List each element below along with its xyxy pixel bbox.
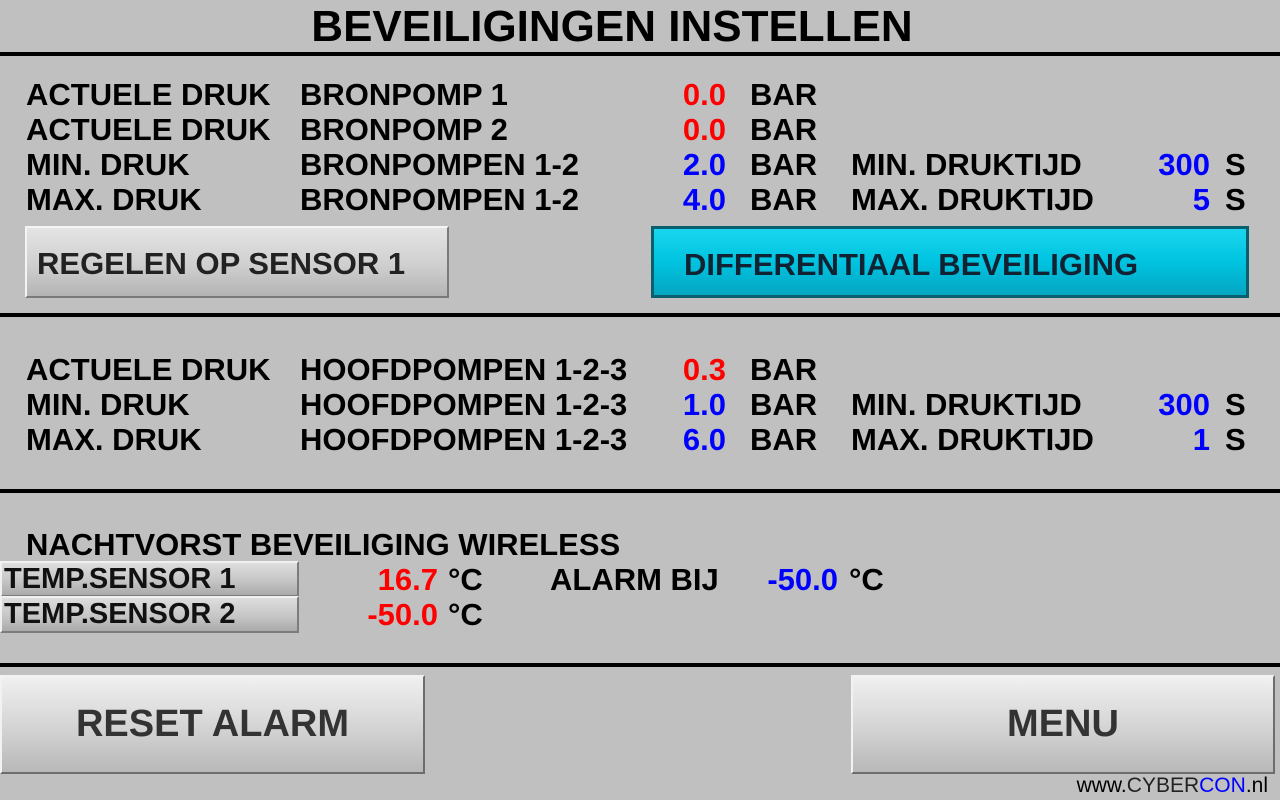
temp-sensor-2-button[interactable]: TEMP.SENSOR 2 (0, 596, 299, 633)
unit-label: BAR (750, 77, 818, 112)
row-pump: HOOFDPOMPEN 1-2-3 (300, 387, 628, 422)
temp-sensor-1-value: 16.7 (377, 562, 438, 597)
actual-pressure-value[interactable]: 0.0 (640, 77, 726, 112)
alarm-label: ALARM BIJ (550, 562, 719, 597)
min-pressure-setpoint[interactable]: 2.0 (640, 147, 726, 182)
row-pump: BRONPOMPEN 1-2 (300, 182, 580, 217)
max-druktijd-label: MAX. DRUKTIJD (851, 422, 1094, 457)
row-label: MIN. DRUK (26, 147, 190, 182)
min-druktijd-label: MIN. DRUKTIJD (851, 147, 1082, 182)
menu-label: MENU (1007, 703, 1119, 745)
divider (0, 489, 1280, 493)
temp-sensor-2-value: -50.0 (367, 597, 438, 632)
unit-label: S (1225, 422, 1246, 457)
min-druktijd-label: MIN. DRUKTIJD (851, 387, 1082, 422)
max-druktijd-label: MAX. DRUKTIJD (851, 182, 1094, 217)
footer-suffix: .nl (1245, 774, 1268, 797)
row-pump: BRONPOMPEN 1-2 (300, 147, 580, 182)
temp-sensor-1-label: TEMP.SENSOR 1 (4, 563, 236, 595)
max-druktijd-setpoint[interactable]: 5 (1130, 182, 1210, 217)
unit-label: °C (849, 562, 884, 597)
row-label: ACTUELE DRUK (26, 352, 271, 387)
temp-sensor-1-button[interactable]: TEMP.SENSOR 1 (0, 561, 299, 597)
row-pump: HOOFDPOMPEN 1-2-3 (300, 352, 628, 387)
divider (0, 52, 1280, 56)
row-label: ACTUELE DRUK (26, 77, 271, 112)
footer-brand-part2: CON (1199, 774, 1246, 797)
nachtvorst-title: NACHTVORST BEVEILIGING WIRELESS (26, 527, 621, 562)
differentiaal-beveiliging-label: DIFFERENTIAAL BEVEILIGING (684, 247, 1139, 282)
row-label: MAX. DRUK (26, 182, 202, 217)
footer-website: www.CYBERCON.nl (1077, 774, 1268, 798)
min-druktijd-setpoint[interactable]: 300 (1130, 387, 1210, 422)
unit-label: °C (448, 597, 483, 632)
regelen-op-sensor-label: REGELEN OP SENSOR 1 (37, 246, 406, 281)
regelen-op-sensor-button[interactable]: REGELEN OP SENSOR 1 (25, 226, 449, 298)
row-pump: BRONPOMP 2 (300, 112, 508, 147)
row-label: ACTUELE DRUK (26, 112, 271, 147)
unit-label: S (1225, 182, 1246, 217)
unit-label: S (1225, 147, 1246, 182)
row-pump: HOOFDPOMPEN 1-2-3 (300, 422, 628, 457)
menu-button[interactable]: MENU (851, 675, 1275, 774)
row-label: MAX. DRUK (26, 422, 202, 457)
max-druktijd-setpoint[interactable]: 1 (1130, 422, 1210, 457)
reset-alarm-label: RESET ALARM (75, 703, 350, 745)
unit-label: BAR (750, 112, 818, 147)
max-pressure-setpoint[interactable]: 4.0 (640, 182, 726, 217)
row-pump: BRONPOMP 1 (300, 77, 508, 112)
footer-brand-part1: CYBER (1126, 774, 1200, 797)
unit-label: S (1225, 387, 1246, 422)
unit-label: °C (448, 562, 483, 597)
unit-label: BAR (750, 352, 818, 387)
reset-alarm-button[interactable]: RESET ALARM (0, 675, 425, 774)
unit-label: BAR (750, 147, 818, 182)
temp-sensor-2-label: TEMP.SENSOR 2 (4, 598, 236, 630)
footer-prefix: www. (1076, 774, 1127, 797)
min-druktijd-setpoint[interactable]: 300 (1130, 147, 1210, 182)
actual-pressure-value[interactable]: 0.3 (640, 352, 726, 387)
unit-label: BAR (750, 422, 818, 457)
alarm-temperature-setpoint[interactable]: -50.0 (740, 562, 838, 597)
unit-label: BAR (750, 182, 818, 217)
min-pressure-setpoint[interactable]: 1.0 (640, 387, 726, 422)
unit-label: BAR (750, 387, 818, 422)
row-label: MIN. DRUK (26, 387, 190, 422)
actual-pressure-value[interactable]: 0.0 (640, 112, 726, 147)
differentiaal-beveiliging-button[interactable]: DIFFERENTIAAL BEVEILIGING (651, 226, 1249, 298)
divider (0, 663, 1280, 667)
divider (0, 313, 1280, 317)
page-title: BEVEILIGINGEN INSTELLEN (311, 2, 913, 51)
max-pressure-setpoint[interactable]: 6.0 (640, 422, 726, 457)
